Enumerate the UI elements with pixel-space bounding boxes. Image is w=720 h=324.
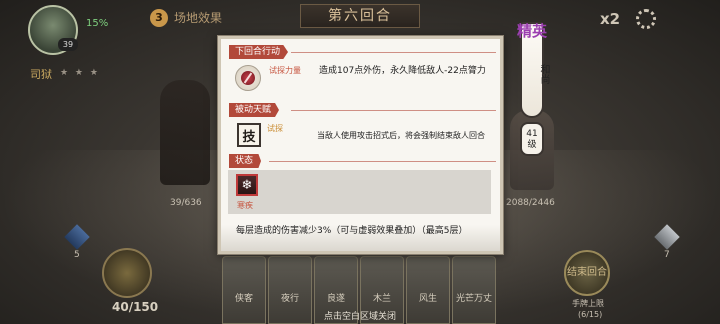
hand-limit-label: 手牌上限 xyxy=(572,299,604,308)
draw-pile-count: 5 xyxy=(74,250,80,260)
card-name: 风生 xyxy=(418,294,437,304)
card-name: 侠客 xyxy=(234,294,253,304)
next-action-desc: 造成107点外伤，永久降低敌人-22点膂力 xyxy=(319,66,486,76)
speed-toggle[interactable]: x2 xyxy=(600,10,620,28)
status-name: 寒疾 xyxy=(237,201,253,210)
enemy-name: 和尚 xyxy=(538,64,549,84)
energy-orb xyxy=(102,248,152,298)
card-name: 木兰 xyxy=(372,294,391,304)
divider xyxy=(291,110,496,111)
card-name: 光芒万丈 xyxy=(455,294,492,304)
team-label: 司狱 xyxy=(30,68,52,81)
player-level: 39 xyxy=(58,38,78,51)
attack-skill-icon xyxy=(235,65,261,91)
enemy-hp: 2088/2446 xyxy=(506,198,555,208)
card-name: 良遂 xyxy=(326,294,345,304)
passive-skill-icon: 技 xyxy=(237,123,261,147)
next-action-header: 下回合行动 xyxy=(229,45,289,59)
passive-name: 试探 xyxy=(267,124,283,133)
player-hero-hp: 39/636 xyxy=(170,198,202,208)
enemy-rank: 精英 xyxy=(516,22,547,40)
snowflake-icon[interactable]: ❄ xyxy=(236,174,258,196)
round-title: 第六回合 xyxy=(300,4,420,28)
enemy-info-panel: 下回合行动 试探力量 造成107点外伤，永久降低敌人-22点膂力 被动天赋 技 … xyxy=(218,36,503,254)
divider xyxy=(291,52,496,53)
field-effect-button[interactable]: 场地效果 xyxy=(174,9,222,26)
status-desc: 每层造成的伤害减少3%（可与虚弱效果叠加）（最高5层） xyxy=(236,226,468,236)
close-hint[interactable]: 点击空白区域关闭 xyxy=(0,309,720,322)
end-turn-button[interactable]: 结束回合 xyxy=(564,250,610,296)
status-header: 状态 xyxy=(229,154,262,168)
player-hero-figure[interactable] xyxy=(160,80,210,185)
divider xyxy=(269,161,496,162)
discard-pile-count: 7 xyxy=(664,250,670,260)
team-stars: ★ ★ ★ xyxy=(60,68,100,78)
hp-percent-indicator: 15% xyxy=(86,18,109,29)
enemy-level: 41级 xyxy=(520,122,544,156)
status-list: ❄ 寒疾 xyxy=(228,170,491,214)
card-name: 夜行 xyxy=(280,294,299,304)
field-effect-count: 3 xyxy=(150,9,168,27)
passive-desc: 当敌人使用攻击招式后，将会强制结束敌人回合 xyxy=(317,131,485,140)
gear-icon[interactable] xyxy=(636,9,656,29)
passive-header: 被动天赋 xyxy=(229,103,280,117)
next-action-name: 试探力量 xyxy=(269,66,301,75)
